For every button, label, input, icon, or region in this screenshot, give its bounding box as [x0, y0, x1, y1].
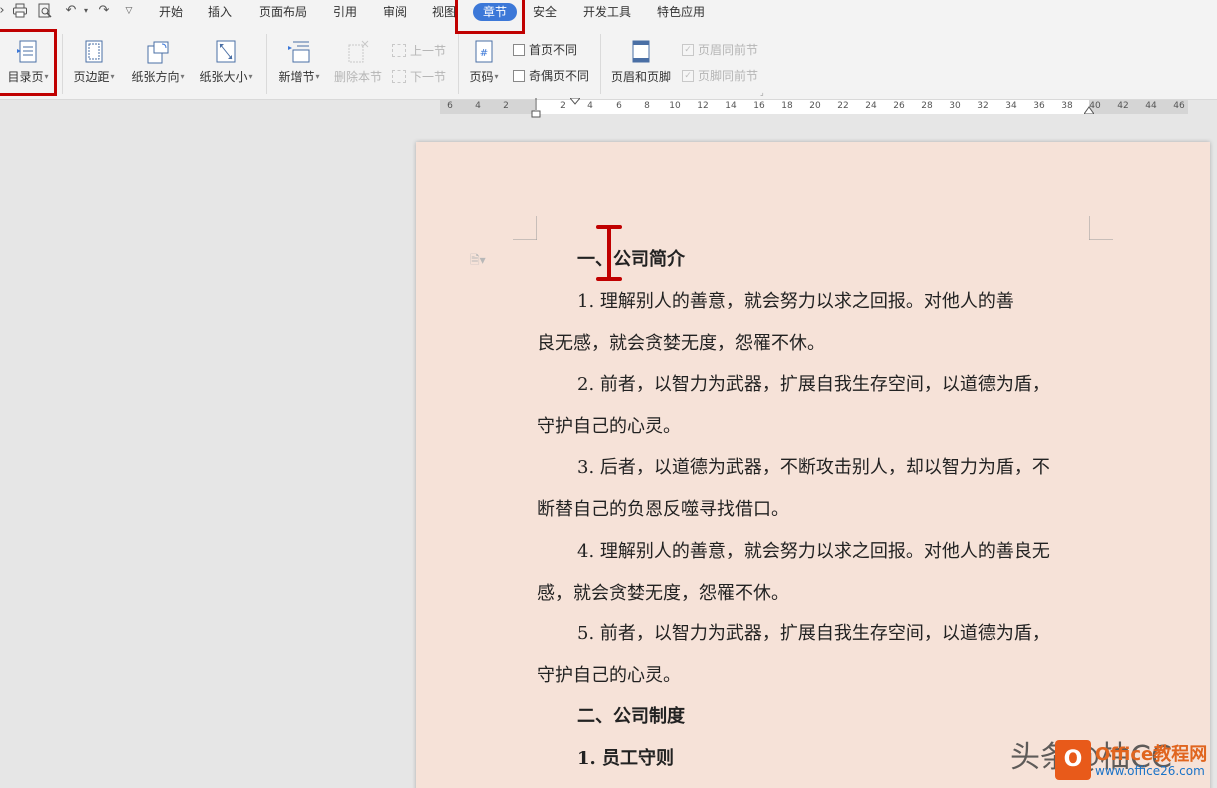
customize-icon[interactable]: ▽ [121, 3, 137, 19]
ruler-tick-label: 14 [725, 101, 737, 111]
menu-insert[interactable]: 插入 [208, 4, 232, 20]
document-paragraph-line[interactable]: 守护自己的心灵。 [537, 415, 681, 439]
ruler-tick-label: 2 [503, 101, 509, 111]
menu-review[interactable]: 审阅 [383, 4, 407, 20]
ruler-tick-label: 46 [1173, 101, 1185, 111]
new-section-icon [288, 41, 310, 63]
ruler-tick-label: 42 [1117, 101, 1129, 111]
menu-section[interactable]: 章节 [473, 3, 517, 21]
next-section-button[interactable]: 下一节 [392, 68, 446, 85]
header-footer-button[interactable]: 页眉和页脚 [608, 40, 674, 85]
ruler-tick-label: 6 [616, 101, 622, 111]
ruler-tick-label: 24 [865, 101, 877, 111]
page-number-icon: # [475, 40, 493, 63]
ruler-tick-label: 16 [753, 101, 765, 111]
header-footer-icon [632, 40, 650, 63]
save-icon[interactable]: › [0, 3, 10, 19]
ruler-tick-label: 36 [1033, 101, 1045, 111]
menu-bar: › ↶ ▾ ↷ ▽ 开始 插入 页面布局 引用 审阅 视图 章节 安全 开发工具… [0, 0, 1217, 26]
ruler-tick-label: 22 [837, 101, 849, 111]
document-paragraph-line[interactable]: 3. 后者，以道德为武器，不断攻击别人，却以智力为盾，不 [577, 456, 1050, 480]
document-paragraph-line[interactable]: 良无感，就会贪婪无度，怨罹不休。 [537, 332, 825, 356]
orientation-icon [147, 41, 169, 64]
page-number-button[interactable]: # 页码▾ [464, 40, 504, 85]
ruler-tick-label: 6 [447, 101, 453, 111]
menu-reference[interactable]: 引用 [333, 4, 357, 20]
ruler-tick-label: 38 [1061, 101, 1073, 111]
margins-icon [85, 40, 103, 63]
ruler-tick-label: 4 [587, 101, 593, 111]
menu-security[interactable]: 安全 [533, 4, 557, 20]
odd-even-different-checkbox[interactable]: 奇偶页不同 [513, 67, 589, 84]
ruler-tick-label: 34 [1005, 101, 1017, 111]
heading-employee-code[interactable]: 1. 员工守则 [577, 747, 674, 771]
document-paragraph-line[interactable]: 2. 前者，以智力为武器，扩展自我生存空间，以道德为盾， [577, 373, 1050, 397]
ribbon-separator [600, 34, 601, 94]
document-paragraph-line[interactable]: 4. 理解别人的善意，就会努力以求之回报。对他人的善良无 [577, 540, 1050, 564]
group-expand-icon[interactable]: ⌟ [760, 88, 764, 97]
ruler-tick-label: 12 [697, 101, 709, 111]
menu-developer[interactable]: 开发工具 [583, 4, 631, 20]
first-line-indent-marker[interactable] [570, 98, 580, 106]
next-section-icon [392, 70, 406, 83]
undo-icon[interactable]: ↶ [63, 3, 79, 19]
redo-icon[interactable]: ↷ [96, 3, 112, 19]
paper-size-button[interactable]: 纸张大小▾ [196, 40, 256, 85]
document-paragraph-line[interactable]: 守护自己的心灵。 [537, 664, 681, 688]
page-corner-mark [1089, 216, 1113, 240]
ruler-tick-label: 10 [669, 101, 681, 111]
orientation-button[interactable]: 纸张方向▾ [128, 40, 188, 85]
prev-section-button[interactable]: 上一节 [392, 42, 446, 59]
delete-section-icon [348, 40, 369, 63]
ribbon-separator [62, 34, 63, 94]
margins-button[interactable]: 页边距▾ [70, 40, 118, 85]
document-paragraph-line[interactable]: 1. 理解别人的善意，就会努力以求之回报。对他人的善 [577, 290, 1014, 314]
document-paragraph-line[interactable]: 5. 前者，以智力为武器，扩展自我生存空间，以道德为盾， [577, 622, 1050, 646]
ruler-tick-label: 2 [560, 101, 566, 111]
paper-size-icon [216, 40, 236, 63]
ruler-tick-label: 26 [893, 101, 905, 111]
ribbon-separator [266, 34, 267, 94]
new-section-button[interactable]: 新增节▾ [274, 40, 324, 85]
print-icon[interactable] [12, 3, 28, 19]
svg-text:#: # [480, 48, 488, 59]
ruler-tick-label: 28 [921, 101, 933, 111]
document-paragraph-line[interactable]: 断替自己的负恩反噬寻找借口。 [537, 498, 789, 522]
paragraph-layout-icon[interactable]: 🗎▾ [470, 251, 486, 272]
ribbon-separator [458, 34, 459, 94]
first-page-different-checkbox[interactable]: 首页不同 [513, 41, 577, 58]
header-same-as-previous-checkbox[interactable]: ✓ 页眉同前节 [682, 41, 758, 58]
watermark-url: www.office26.com [1095, 764, 1205, 778]
ruler-tick-label: 20 [809, 101, 821, 111]
menu-view[interactable]: 视图 [432, 4, 456, 20]
ruler-tick-label: 8 [644, 101, 650, 111]
ruler-tick-label: 32 [977, 101, 989, 111]
menu-start[interactable]: 开始 [159, 4, 183, 20]
text-cursor-icon [596, 225, 622, 281]
right-indent-marker[interactable] [1084, 104, 1094, 114]
menu-special[interactable]: 特色应用 [657, 4, 705, 20]
ruler-tick-label: 30 [949, 101, 961, 111]
delete-section-button[interactable]: 删除本节 [332, 40, 384, 85]
watermark-brand: Office教程网 [1095, 744, 1208, 765]
undo-dropdown-icon[interactable]: ▾ [78, 3, 94, 19]
prev-section-icon [392, 44, 406, 57]
ruler-tick-label: 18 [781, 101, 793, 111]
footer-same-as-previous-checkbox[interactable]: ✓ 页脚同前节 [682, 67, 758, 84]
toc-page-button[interactable]: 目录页▾ [4, 40, 52, 85]
print-preview-icon[interactable] [37, 3, 53, 19]
toc-page-icon [17, 40, 37, 63]
page-corner-mark [513, 216, 537, 240]
office-logo: O [1055, 740, 1091, 780]
left-indent-marker[interactable] [530, 98, 542, 120]
document-paragraph-line[interactable]: 感，就会贪婪无度，怨罹不休。 [537, 582, 789, 606]
menu-page-layout[interactable]: 页面布局 [259, 4, 307, 20]
heading-company-rules[interactable]: 二、公司制度 [577, 705, 685, 729]
ruler-tick-label: 44 [1145, 101, 1157, 111]
ruler-tick-label: 4 [475, 101, 481, 111]
